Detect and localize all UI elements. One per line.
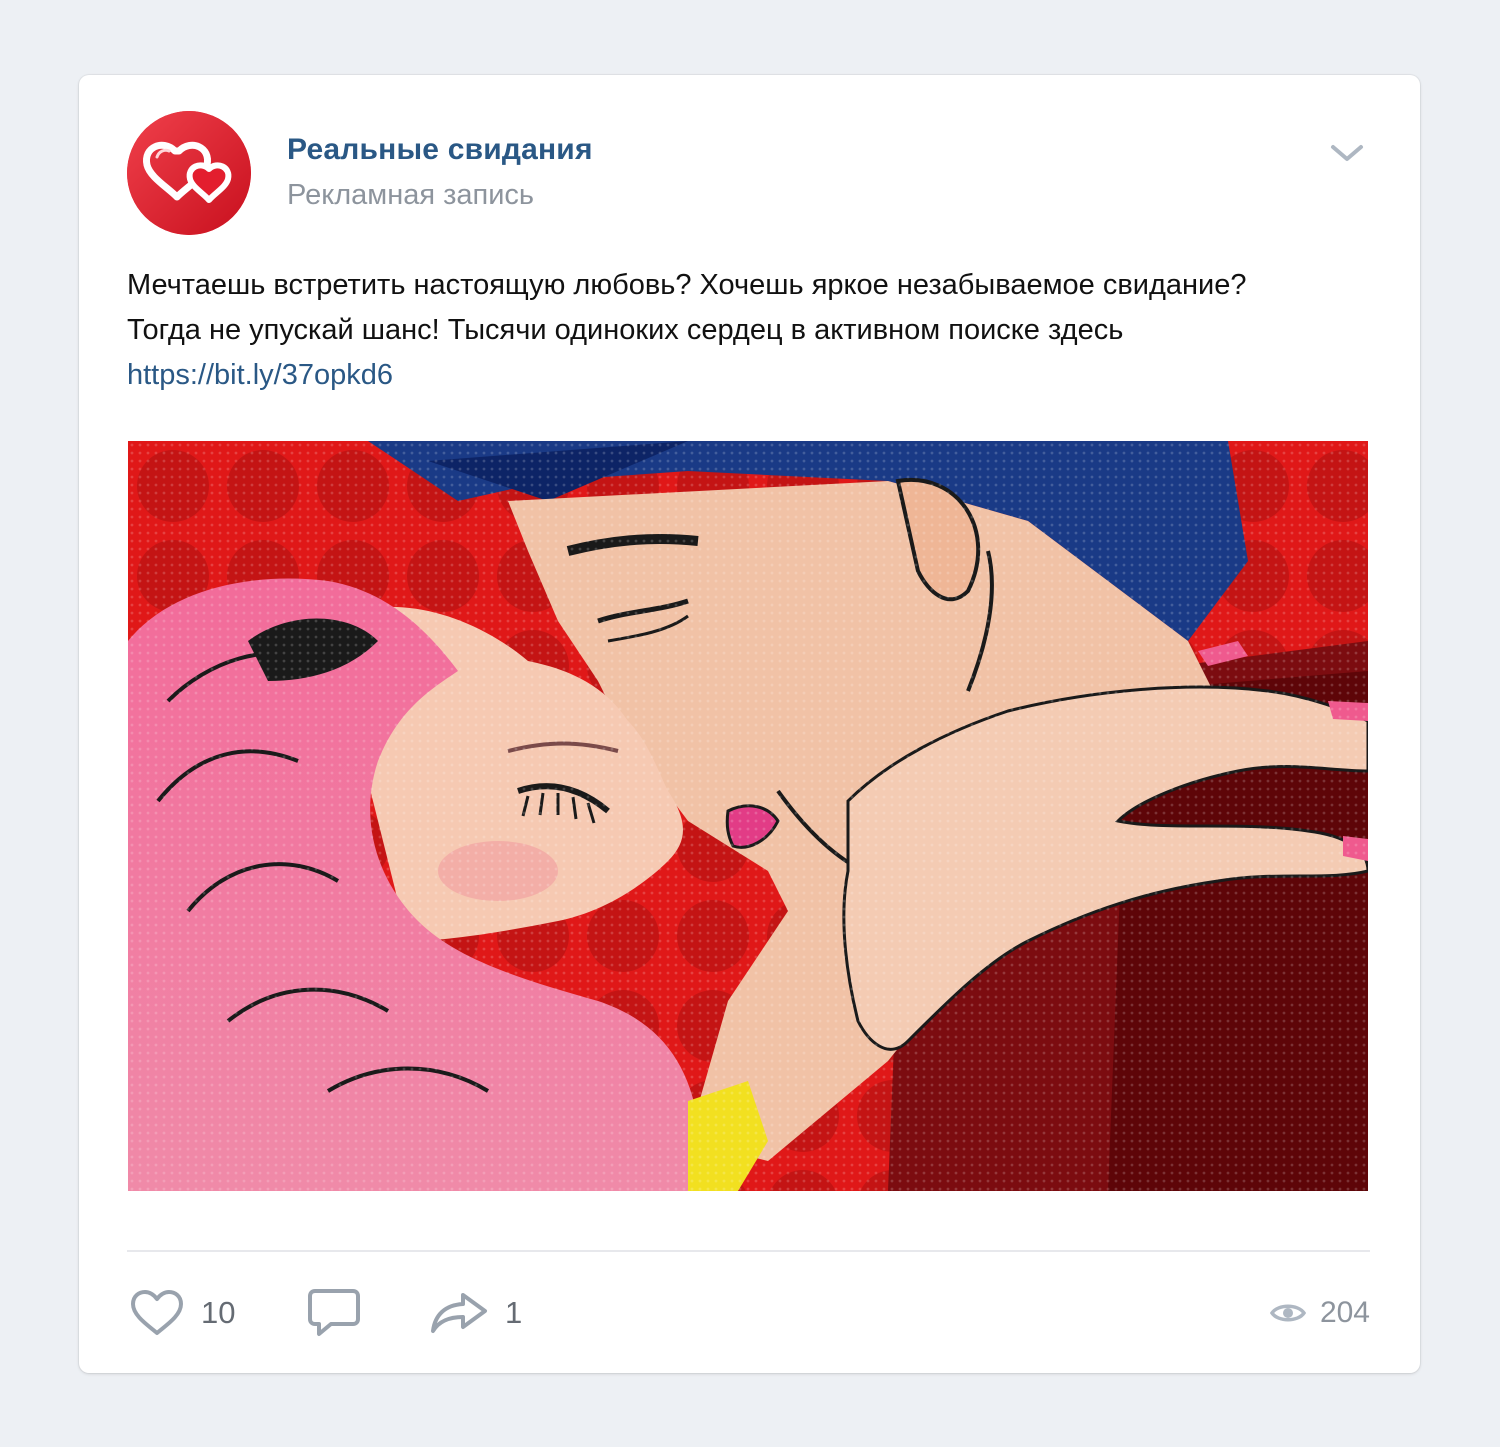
- eye-icon: [1269, 1304, 1306, 1322]
- post-image[interactable]: [128, 441, 1368, 1191]
- post-card: Реальные свидания Рекламная запись Мечта…: [79, 75, 1420, 1373]
- post-text: Мечтаешь встретить настоящую любовь? Хоч…: [127, 263, 1287, 398]
- post-link[interactable]: https://bit.ly/37opkd6: [127, 359, 393, 391]
- like-count: 10: [201, 1295, 236, 1330]
- community-name-link[interactable]: Реальные свидания: [287, 133, 593, 167]
- comment-icon: [308, 1289, 360, 1336]
- comment-button[interactable]: [307, 1287, 377, 1339]
- community-avatar[interactable]: [127, 111, 251, 235]
- ad-label: Рекламная запись: [287, 179, 535, 211]
- views-count: 204: [1319, 1296, 1370, 1329]
- post-divider: [127, 1250, 1370, 1252]
- post-menu-button[interactable]: [1327, 137, 1367, 169]
- views-counter: 204: [1269, 1287, 1370, 1339]
- share-button[interactable]: 1: [429, 1287, 522, 1339]
- like-button[interactable]: 10: [129, 1287, 235, 1339]
- heart-icon: [131, 1290, 183, 1335]
- share-count: 1: [505, 1295, 523, 1330]
- chevron-down-icon: [1331, 145, 1363, 161]
- post-text-body: Мечтаешь встретить настоящую любовь? Хоч…: [127, 269, 1247, 346]
- share-icon: [431, 1293, 487, 1333]
- double-heart-icon: [127, 111, 251, 235]
- pop-art-kiss-image: [128, 441, 1368, 1191]
